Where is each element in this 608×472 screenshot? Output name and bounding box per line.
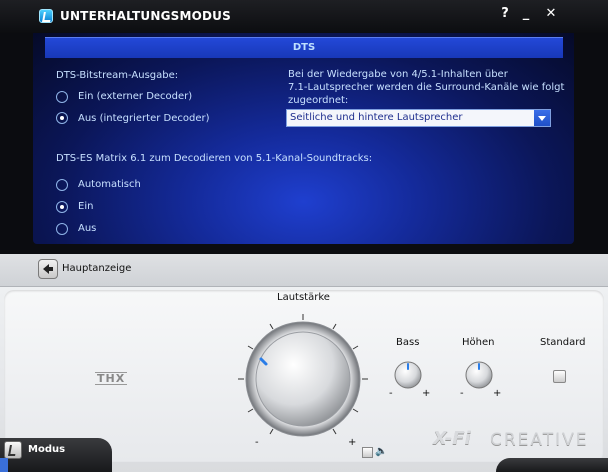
radio-matrix-off[interactable]: [56, 223, 68, 235]
mode-icon[interactable]: [4, 441, 22, 459]
volume-knob[interactable]: [228, 304, 378, 454]
standard-button[interactable]: [553, 370, 566, 383]
bass-max-label: +: [422, 388, 431, 399]
dts-panel: [33, 33, 574, 244]
radio-matrix-on-label[interactable]: Ein: [78, 201, 93, 212]
bass-knob[interactable]: [391, 358, 425, 392]
bottom-right-tab: [496, 458, 608, 472]
radio-matrix-off-label[interactable]: Aus: [78, 223, 96, 234]
volume-max-label: +: [348, 437, 357, 448]
mode-label[interactable]: Modus: [28, 444, 65, 455]
treble-max-label: +: [493, 388, 502, 399]
desc-line-2: 7.1-Lautsprecher werden die Surround-Kan…: [288, 82, 565, 93]
speaker-select[interactable]: Seitliche und hintere Lautsprecher: [286, 109, 551, 127]
standard-label: Standard: [540, 337, 586, 348]
radio-bitstream-on-label[interactable]: Ein (externer Decoder): [78, 91, 192, 102]
treble-knob[interactable]: [462, 358, 496, 392]
close-button[interactable]: ✕: [543, 6, 559, 21]
minimize-button[interactable]: _: [518, 6, 534, 21]
volume-label: Lautstärke: [277, 292, 330, 303]
bitstream-label: DTS-Bitstream-Ausgabe:: [56, 70, 179, 81]
radio-bitstream-off-label[interactable]: Aus (integrierter Decoder): [78, 113, 210, 124]
panel-header-text: DTS: [292, 42, 316, 53]
speaker-icon: 🔈: [375, 446, 388, 457]
taskbar-edge: [0, 458, 8, 472]
app-icon: [39, 9, 53, 23]
chevron-down-icon[interactable]: [534, 110, 550, 126]
mute-button[interactable]: [362, 447, 373, 458]
thx-logo: THX: [95, 372, 128, 385]
back-label[interactable]: Hauptanzeige: [62, 263, 131, 274]
radio-matrix-auto-label[interactable]: Automatisch: [78, 179, 141, 190]
window-title: UNTERHALTUNGSMODUS: [60, 9, 231, 23]
volume-min-label: -: [255, 437, 259, 448]
desc-line-1: Bei der Wiedergabe von 4/5.1-Inhalten üb…: [288, 69, 508, 80]
creative-logo: CREATIVE: [490, 430, 589, 450]
radio-matrix-on[interactable]: [56, 201, 68, 213]
desc-line-3: zugeordnet:: [288, 95, 349, 106]
arrow-left-icon: [43, 264, 53, 274]
xfi-logo: X-Fi: [433, 428, 471, 449]
help-button[interactable]: ?: [497, 6, 513, 21]
matrix-label: DTS-ES Matrix 6.1 zum Decodieren von 5.1…: [56, 153, 373, 164]
radio-matrix-auto[interactable]: [56, 179, 68, 191]
panel-header: DTS: [45, 37, 563, 58]
back-button[interactable]: [38, 259, 58, 279]
bass-min-label: -: [389, 388, 393, 399]
radio-bitstream-on[interactable]: [56, 91, 68, 103]
radio-bitstream-off[interactable]: [56, 112, 68, 124]
treble-min-label: -: [460, 388, 464, 399]
treble-label: Höhen: [462, 337, 495, 348]
surround-description: Bei der Wiedergabe von 4/5.1-Inhalten üb…: [288, 68, 568, 107]
bass-label: Bass: [396, 337, 420, 348]
speaker-select-value: Seitliche und hintere Lautsprecher: [290, 112, 463, 123]
